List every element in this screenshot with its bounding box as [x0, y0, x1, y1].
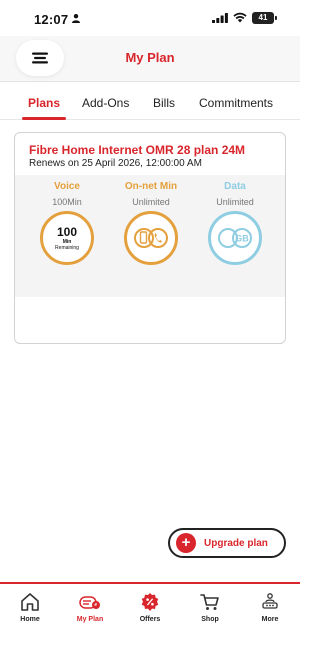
- nav-label: My Plan: [76, 616, 104, 623]
- usage-title: On-net Min: [124, 181, 178, 192]
- cart-icon: [200, 594, 219, 610]
- data-usage-ring: GB: [208, 211, 262, 265]
- more-icon: [262, 593, 278, 609]
- page-title: My Plan: [125, 50, 175, 65]
- on-net-usage-ring: [124, 211, 178, 265]
- person-icon: [72, 14, 80, 23]
- usage-data: Data Unlimited GB: [195, 181, 275, 265]
- nav-item-home[interactable]: Home: [0, 592, 60, 623]
- usage-subtitle: Unlimited: [132, 197, 170, 207]
- battery-indicator: 41: [252, 12, 277, 24]
- signal-icon: [212, 13, 228, 23]
- tab-add-ons[interactable]: Add-Ons: [82, 96, 129, 110]
- nav-item-shop[interactable]: Shop: [180, 592, 240, 623]
- infinity-gb-icon: GB: [218, 228, 252, 248]
- nav-label: Shop: [201, 616, 219, 623]
- plan-icon: [79, 596, 100, 609]
- nav-item-more[interactable]: More: [240, 592, 300, 623]
- nav-label: Offers: [139, 616, 161, 623]
- phone-infinity-icon: [134, 228, 168, 248]
- offers-icon: [141, 593, 159, 611]
- data-unit-label: GB: [235, 234, 249, 244]
- plus-icon: +: [176, 533, 196, 553]
- nav-label: More: [261, 616, 279, 623]
- ring-label: Remaining: [55, 244, 79, 251]
- ring-value: 100: [56, 224, 78, 239]
- tab-plans[interactable]: Plans: [28, 96, 60, 110]
- usage-subtitle: Unlimited: [216, 197, 254, 207]
- tab-commitments[interactable]: Commitments: [199, 96, 273, 110]
- usage-title: Voice: [54, 181, 80, 192]
- nav-item-offers[interactable]: Offers: [120, 592, 180, 623]
- plan-name: Fibre Home Internet OMR 28 plan 24M: [29, 143, 246, 157]
- wifi-icon: [233, 12, 247, 23]
- tab-bills[interactable]: Bills: [153, 96, 175, 110]
- home-icon: [21, 593, 39, 611]
- upgrade-plan-button[interactable]: + Upgrade plan: [168, 528, 286, 558]
- nav-item-my-plan[interactable]: My Plan: [60, 592, 120, 623]
- plan-renewal-date: Renews on 25 April 2026, 12:00:00 AM: [29, 158, 202, 169]
- usage-on-net-min: On-net Min Unlimited: [111, 181, 191, 265]
- usage-title: Data: [224, 181, 246, 192]
- tab-bar: Plans Add-Ons Bills Commitments: [0, 88, 300, 120]
- status-time: 12:07: [34, 12, 69, 27]
- app-header: My Plan: [0, 36, 300, 82]
- active-tab-indicator: [22, 117, 66, 120]
- bottom-nav: Home My Plan Offers Shop More: [0, 582, 300, 650]
- usage-subtitle: 100Min: [52, 197, 82, 207]
- usage-summary: Voice 100Min 100 Min Remaining On-net Mi…: [15, 175, 285, 297]
- plan-card[interactable]: Fibre Home Internet OMR 28 plan 24M Rene…: [14, 132, 286, 344]
- usage-voice: Voice 100Min 100 Min Remaining: [27, 181, 107, 265]
- nav-label: Home: [20, 616, 40, 623]
- status-bar: 12:07 41: [0, 0, 300, 36]
- voice-usage-ring: 100 Min Remaining: [40, 211, 94, 265]
- upgrade-plan-label: Upgrade plan: [204, 537, 268, 549]
